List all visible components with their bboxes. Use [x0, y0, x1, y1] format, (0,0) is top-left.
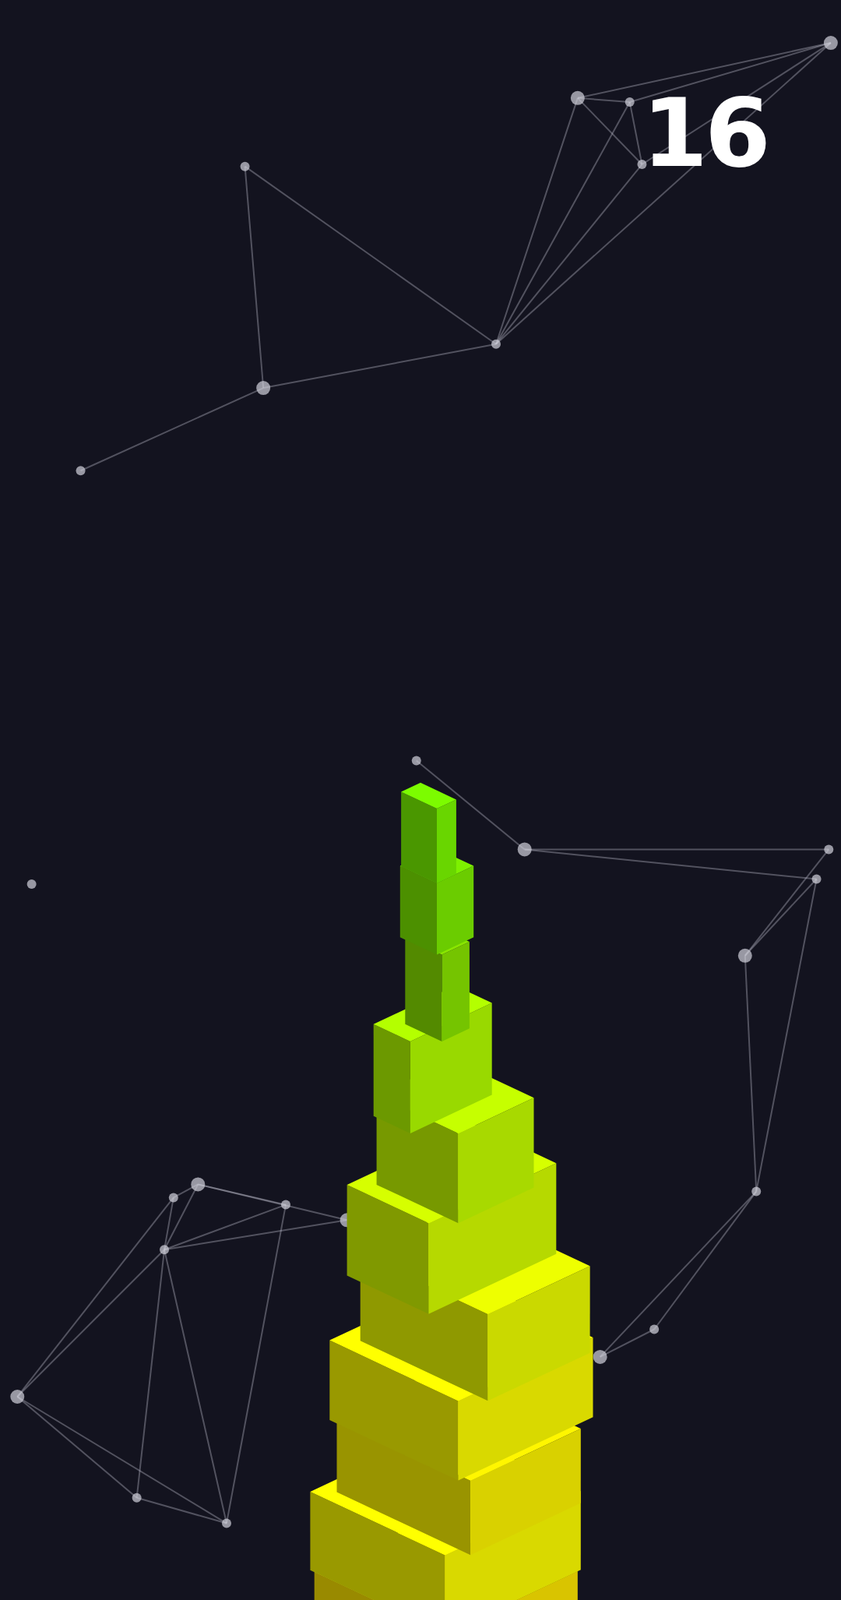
tower-block [401, 782, 457, 884]
background-constellation [10, 35, 838, 1528]
tower [309, 782, 593, 1600]
game-stage[interactable]: 16 [0, 0, 841, 1600]
score-counter: 16 [638, 77, 771, 189]
game-canvas[interactable] [0, 0, 841, 1600]
